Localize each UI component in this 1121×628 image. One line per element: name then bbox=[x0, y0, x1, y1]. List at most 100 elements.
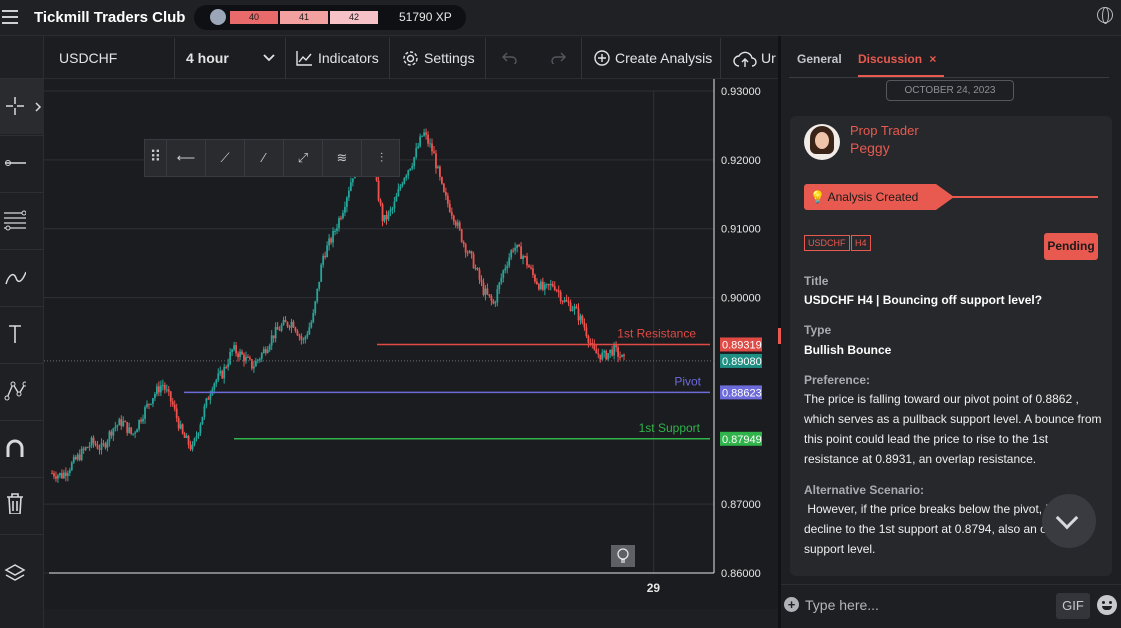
expand-icon[interactable] bbox=[34, 101, 42, 113]
y-tick-label: 0.93000 bbox=[721, 86, 761, 98]
fib-levels-tool[interactable] bbox=[0, 192, 44, 248]
avatar bbox=[804, 124, 840, 160]
candle bbox=[551, 283, 554, 287]
candle bbox=[425, 132, 427, 135]
candle bbox=[233, 345, 235, 350]
message-composer: + GIF bbox=[781, 584, 1121, 628]
crosshair-icon bbox=[6, 97, 24, 115]
panel-tabs: General Discussion × bbox=[789, 50, 1109, 78]
candle bbox=[482, 282, 485, 296]
candle bbox=[553, 286, 556, 290]
layers-tool[interactable] bbox=[0, 534, 44, 628]
candle bbox=[500, 277, 503, 283]
crosshair-tool[interactable] bbox=[0, 78, 44, 134]
y-tick-label: 0.86000 bbox=[721, 568, 761, 580]
text-tool[interactable] bbox=[0, 306, 44, 362]
tab-discussion[interactable]: Discussion × bbox=[858, 52, 936, 66]
settings-button[interactable]: Settings bbox=[390, 38, 486, 79]
candle bbox=[53, 473, 55, 477]
author-name: Peggy bbox=[850, 140, 890, 156]
gif-button[interactable]: GIF bbox=[1056, 593, 1090, 619]
candle bbox=[148, 403, 150, 405]
trash-tool[interactable] bbox=[0, 477, 44, 533]
magnet-tool[interactable] bbox=[0, 420, 44, 476]
indicators-button[interactable]: Indicators bbox=[286, 38, 390, 79]
brush-tool[interactable] bbox=[0, 249, 44, 305]
candle bbox=[508, 257, 511, 266]
candle bbox=[599, 354, 602, 360]
emoji-icon[interactable] bbox=[1097, 595, 1117, 615]
candle bbox=[152, 398, 154, 404]
candle bbox=[128, 427, 131, 433]
redo-icon[interactable] bbox=[550, 52, 566, 64]
price-tag-value: 0.87949 bbox=[722, 434, 762, 446]
candle bbox=[577, 308, 580, 321]
candle bbox=[547, 283, 550, 286]
menu-icon[interactable] bbox=[2, 10, 18, 24]
candle bbox=[472, 254, 475, 269]
candle bbox=[264, 349, 267, 353]
candle bbox=[88, 445, 91, 448]
candle bbox=[332, 230, 334, 243]
preference-text: The price is falling toward our pivot po… bbox=[804, 392, 1102, 466]
brand-title: Tickmill Traders Club bbox=[34, 9, 186, 26]
candle bbox=[282, 319, 285, 325]
candle bbox=[254, 360, 257, 367]
title-label: Title bbox=[804, 274, 829, 288]
candle bbox=[134, 432, 137, 434]
analysis-panel: General Discussion × OCTOBER 24, 2023 Pr… bbox=[781, 36, 1121, 628]
candle bbox=[528, 265, 530, 268]
lightbulb-icon[interactable] bbox=[611, 545, 635, 567]
candle bbox=[114, 426, 117, 429]
parallel-channel-icon[interactable]: ≋ bbox=[323, 140, 362, 176]
candle bbox=[296, 330, 299, 336]
candle bbox=[104, 443, 107, 448]
extended-line-icon[interactable]: ⤢ bbox=[284, 140, 323, 176]
ray-icon[interactable]: ⟵ bbox=[167, 140, 206, 176]
trend-line-icon bbox=[5, 160, 26, 166]
candle bbox=[272, 335, 275, 339]
candle bbox=[385, 215, 388, 220]
x-tick-label: 29 bbox=[647, 581, 661, 595]
drag-handle-icon[interactable]: ⠿ bbox=[145, 140, 167, 176]
globe-icon[interactable] bbox=[1097, 7, 1113, 24]
candle bbox=[480, 279, 483, 283]
analysis-created-banner: 💡 Analysis Created bbox=[804, 184, 954, 210]
line-icon[interactable]: ∕ bbox=[245, 140, 284, 176]
candle bbox=[456, 222, 459, 226]
add-attachment-icon[interactable]: + bbox=[784, 597, 799, 612]
upload-button[interactable]: Ur bbox=[721, 38, 778, 79]
candle bbox=[60, 473, 63, 479]
message-input[interactable] bbox=[805, 593, 1050, 617]
create-analysis-button[interactable]: Create Analysis bbox=[582, 38, 721, 79]
candle bbox=[526, 256, 528, 266]
timeframe-select[interactable]: 4 hour bbox=[175, 38, 286, 79]
candle bbox=[249, 357, 251, 360]
tab-general[interactable]: General bbox=[797, 52, 842, 66]
chart-area[interactable]: 0.93000 0.92000 0.91000 0.90000 0.87000 0.860… bbox=[44, 79, 778, 609]
candle bbox=[439, 166, 441, 177]
timeframe-value: 4 hour bbox=[186, 50, 229, 66]
segment-icon[interactable]: ⟋ bbox=[206, 140, 245, 176]
fib-channel-icon[interactable]: ⫶ bbox=[362, 140, 401, 176]
candle bbox=[484, 288, 487, 296]
pattern-icon bbox=[4, 381, 26, 401]
trend-line-tool[interactable] bbox=[0, 135, 44, 191]
candle bbox=[57, 475, 59, 479]
close-icon[interactable]: × bbox=[929, 52, 936, 66]
candle bbox=[76, 454, 79, 460]
pattern-tool[interactable] bbox=[0, 363, 44, 419]
candle bbox=[181, 424, 184, 434]
candle bbox=[288, 326, 291, 328]
candle bbox=[92, 437, 95, 444]
candle bbox=[579, 315, 582, 321]
undo-icon[interactable] bbox=[502, 52, 518, 64]
candle bbox=[387, 211, 390, 220]
candle bbox=[514, 247, 517, 251]
candle bbox=[126, 421, 129, 433]
symbol-selector[interactable]: USDCHF bbox=[44, 38, 175, 79]
candle bbox=[417, 146, 420, 149]
candle bbox=[312, 312, 315, 323]
candle bbox=[534, 274, 536, 282]
scroll-down-button[interactable] bbox=[1042, 494, 1096, 548]
